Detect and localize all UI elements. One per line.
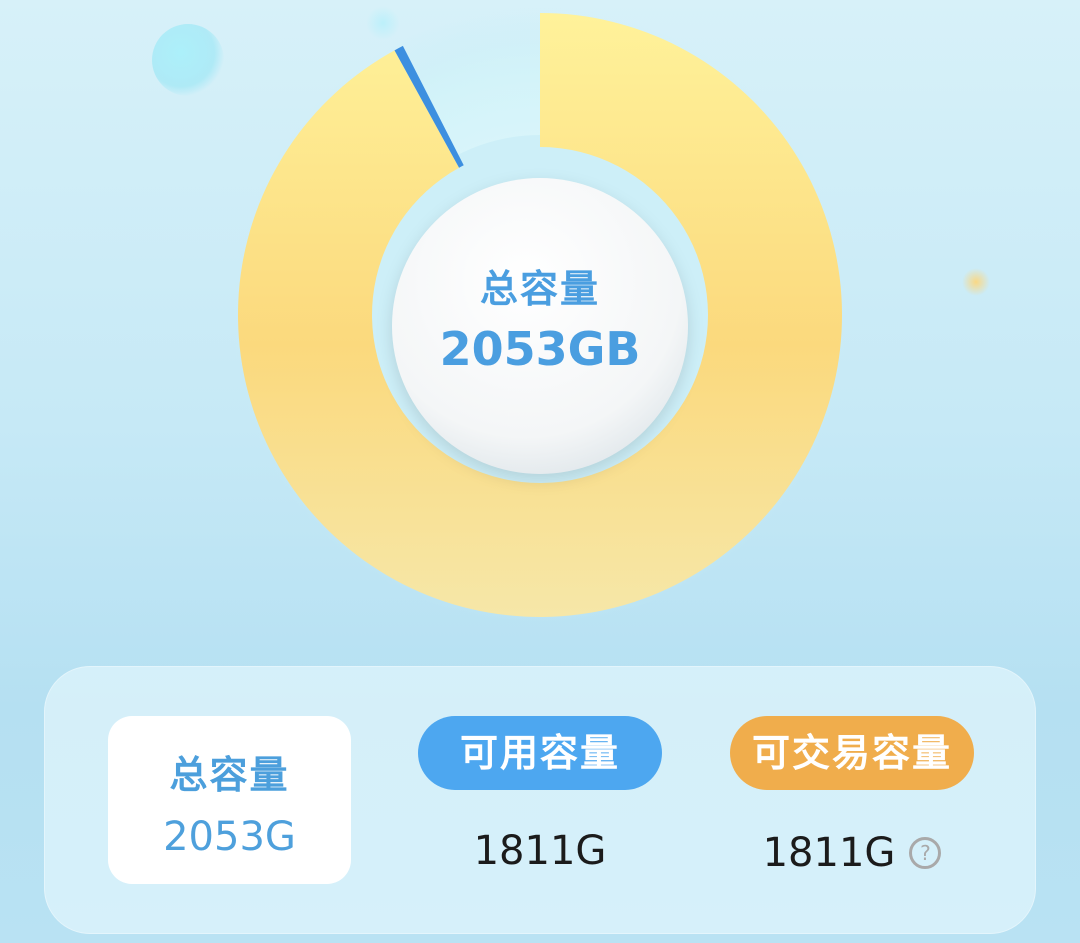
tradable-capacity-tab[interactable]: 可交易容量 xyxy=(730,716,974,790)
available-capacity-value: 1811G xyxy=(473,828,607,874)
center-title: 总容量 xyxy=(479,267,600,311)
total-capacity-value: 2053G xyxy=(163,814,296,860)
tradable-capacity-value: 1811G xyxy=(762,830,896,876)
capacity-stats-panel: 总容量 2053G 可用容量 1811G 可交易容量 1811G? xyxy=(44,666,1036,934)
center-total-value: 2053GB xyxy=(439,322,641,376)
total-capacity-label: 总容量 xyxy=(169,753,290,797)
available-capacity-tab[interactable]: 可用容量 xyxy=(418,716,662,790)
help-circle-icon[interactable]: ? xyxy=(909,837,942,869)
total-capacity-card: 总容量 2053G xyxy=(108,716,351,884)
tradable-capacity-row: 1811G? xyxy=(730,828,974,876)
